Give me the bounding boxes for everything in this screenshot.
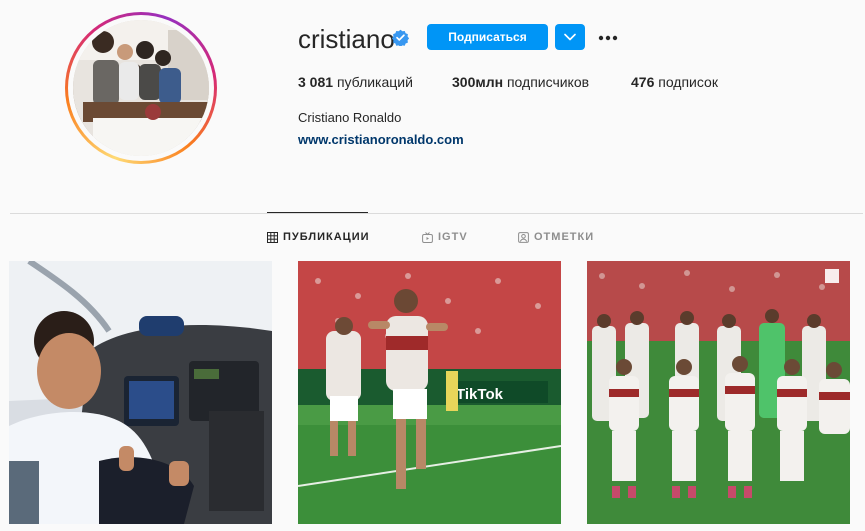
- verified-badge-icon: [392, 29, 409, 46]
- profile-full-name: Cristiano Ronaldo: [298, 110, 402, 125]
- post-tile[interactable]: [9, 261, 272, 524]
- suggested-accounts-button[interactable]: [555, 24, 585, 50]
- posts-label: публикаций: [336, 74, 413, 90]
- posts-count: 3 081: [298, 74, 334, 90]
- tab-igtv[interactable]: IGTV: [422, 231, 468, 243]
- followers-label: подписчиков: [506, 74, 590, 90]
- tagged-icon: [518, 231, 529, 243]
- tab-tagged[interactable]: ОТМЕТКИ: [518, 231, 594, 243]
- tab-posts[interactable]: ПУБЛИКАЦИИ: [267, 231, 370, 243]
- stat-followers[interactable]: 300млн подписчиков: [452, 74, 589, 90]
- chevron-down-icon: [564, 33, 576, 41]
- avatar-border: [68, 15, 214, 161]
- profile-avatar[interactable]: [65, 12, 217, 164]
- avatar-photo: [73, 20, 209, 156]
- grid-icon: [267, 231, 278, 243]
- tabs-divider: [10, 213, 863, 214]
- followers-count: 300млн: [452, 74, 504, 90]
- igtv-icon: [422, 231, 433, 243]
- following-label: подписок: [658, 74, 718, 90]
- more-dots-icon: [598, 35, 618, 41]
- stat-posts: 3 081 публикаций: [298, 74, 413, 90]
- profile-website-link[interactable]: www.cristianoronaldo.com: [298, 132, 464, 147]
- tab-igtv-label: IGTV: [438, 231, 468, 243]
- following-count: 476: [631, 74, 655, 90]
- carousel-icon: [825, 269, 839, 283]
- post-tile[interactable]: [587, 261, 850, 524]
- stat-following[interactable]: 476 подписок: [631, 74, 718, 90]
- post-image-team: [587, 261, 850, 524]
- active-tab-indicator: [267, 212, 368, 213]
- more-options-button[interactable]: [598, 31, 618, 43]
- svg-text:TikTok: TikTok: [456, 386, 504, 403]
- tab-tagged-label: ОТМЕТКИ: [534, 231, 595, 243]
- profile-username: cristiano: [298, 24, 395, 54]
- follow-button[interactable]: Подписаться: [427, 24, 548, 50]
- post-tile[interactable]: TikTok: [298, 261, 561, 524]
- post-image-cockpit: [9, 261, 272, 524]
- post-image-celebration: TikTok: [298, 261, 561, 524]
- tab-posts-label: ПУБЛИКАЦИИ: [283, 231, 370, 243]
